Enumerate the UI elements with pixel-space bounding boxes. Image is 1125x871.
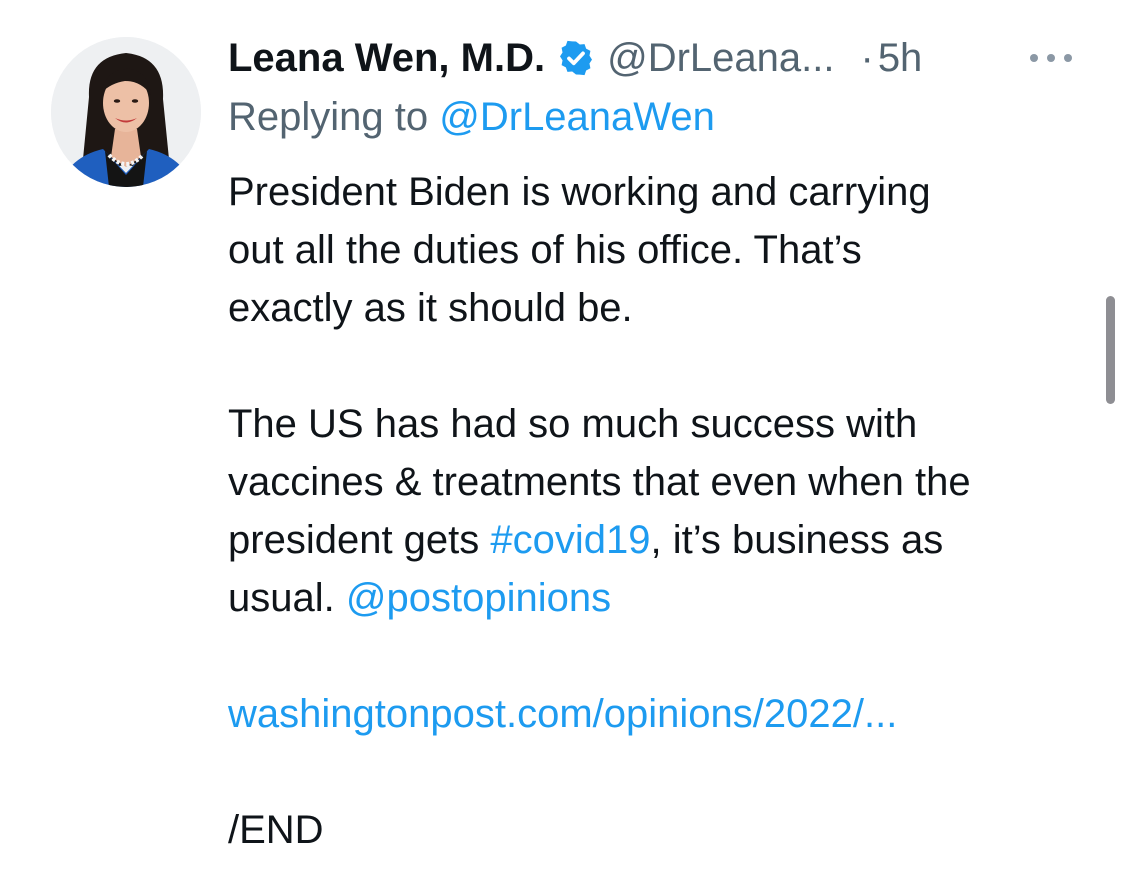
text-line: usual. @postopinions bbox=[228, 569, 1098, 627]
author-name[interactable]: Leana Wen, M.D. bbox=[228, 30, 545, 86]
more-dot bbox=[1047, 54, 1055, 62]
scrollbar[interactable] bbox=[1106, 296, 1115, 404]
author-handle[interactable]: @DrLeana... bbox=[607, 30, 834, 86]
article-url-link[interactable]: washingtonpost.com/opinions/2022/... bbox=[228, 685, 1098, 743]
tweet-text: President Biden is working and carrying … bbox=[228, 163, 1098, 859]
text-fragment: president gets bbox=[228, 518, 480, 562]
text-fragment: , it’s business as bbox=[650, 518, 944, 562]
reply-handle-link[interactable]: @DrLeanaWen bbox=[439, 95, 715, 139]
text-fragment: usual. bbox=[228, 576, 335, 620]
mention-link[interactable]: @postopinions bbox=[346, 576, 611, 620]
text-line: out all the duties of his office. That’s bbox=[228, 228, 862, 272]
text-line: president gets #covid19, it’s business a… bbox=[228, 511, 1098, 569]
reply-context: Replying to @DrLeanaWen bbox=[228, 92, 715, 142]
text-line: The US has had so much success with bbox=[228, 402, 918, 446]
paragraph-1: President Biden is working and carrying … bbox=[228, 163, 1098, 337]
hashtag-link[interactable]: #covid19 bbox=[490, 518, 650, 562]
more-dot bbox=[1064, 54, 1072, 62]
tweet-header: Leana Wen, M.D. @DrLeana... · 5h bbox=[228, 30, 922, 86]
paragraph-2: The US has had so much success with vacc… bbox=[228, 395, 1098, 627]
text-line: vaccines & treatments that even when the bbox=[228, 460, 971, 504]
end-text: /END bbox=[228, 808, 324, 852]
text-line: President Biden is working and carrying bbox=[228, 170, 931, 214]
avatar[interactable] bbox=[51, 37, 201, 187]
tweet[interactable]: Leana Wen, M.D. @DrLeana... · 5h Replyin… bbox=[0, 0, 1125, 871]
more-options-icon[interactable] bbox=[1030, 44, 1072, 72]
reply-prefix: Replying to bbox=[228, 95, 429, 139]
profile-photo bbox=[51, 37, 201, 187]
time-separator: · bbox=[860, 36, 874, 80]
text-line: exactly as it should be. bbox=[228, 286, 633, 330]
more-dot bbox=[1030, 54, 1038, 62]
verified-badge-icon bbox=[557, 39, 595, 77]
timestamp[interactable]: 5h bbox=[878, 30, 923, 86]
